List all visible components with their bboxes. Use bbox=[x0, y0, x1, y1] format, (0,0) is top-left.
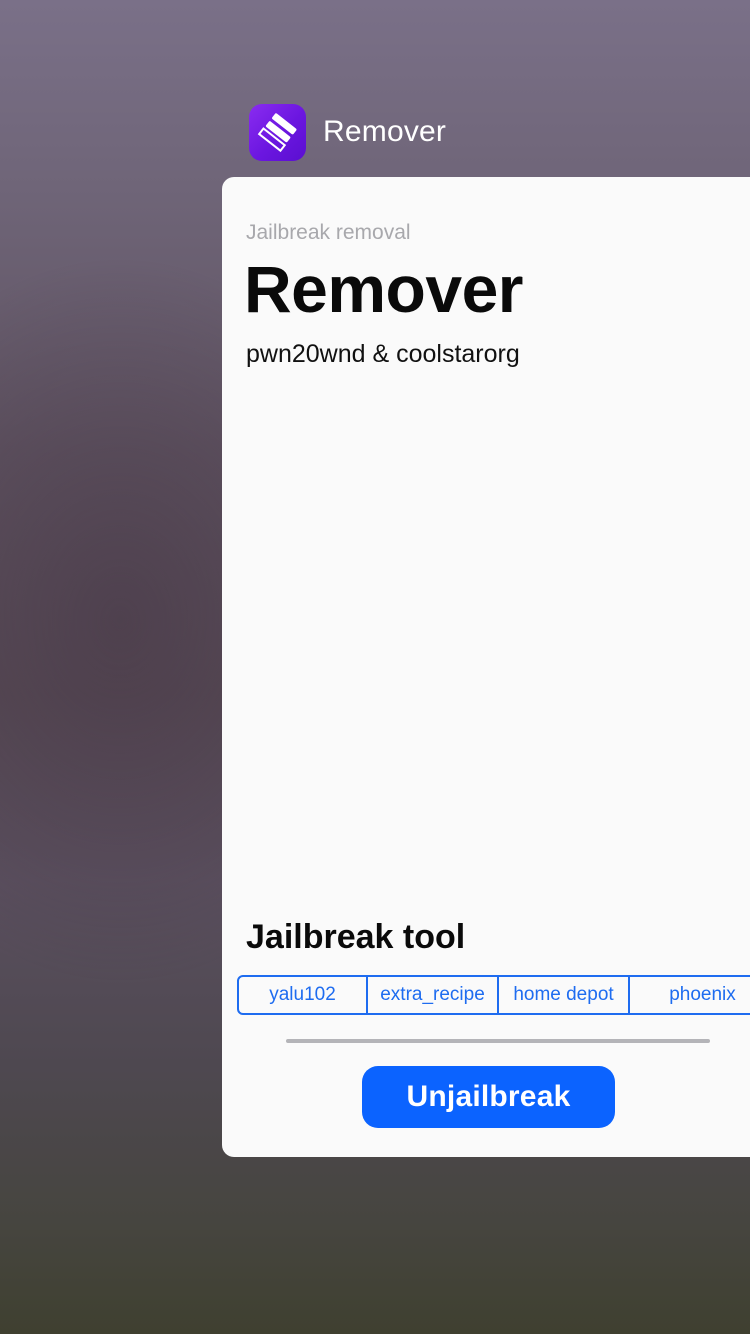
segment-extra-recipe[interactable]: extra_recipe bbox=[368, 977, 499, 1013]
app-card[interactable]: Jailbreak removal Remover pwn20wnd & coo… bbox=[222, 177, 750, 1157]
remover-app-icon[interactable] bbox=[249, 103, 306, 161]
progress-bar bbox=[286, 1039, 710, 1043]
app-switcher-title: Remover bbox=[323, 115, 447, 148]
segment-phoenix[interactable]: phoenix bbox=[630, 977, 750, 1013]
unjailbreak-button[interactable]: Unjailbreak bbox=[362, 1066, 615, 1128]
segment-yalu102[interactable]: yalu102 bbox=[239, 977, 368, 1013]
jailbreak-tool-segmented-control[interactable]: yalu102 extra_recipe home depot phoenix bbox=[237, 975, 750, 1015]
authors-label: pwn20wnd & coolstarorg bbox=[246, 340, 520, 368]
segment-home-depot[interactable]: home depot bbox=[499, 977, 630, 1013]
jailbreak-tool-heading: Jailbreak tool bbox=[246, 918, 466, 956]
page-subtitle: Jailbreak removal bbox=[246, 221, 411, 244]
page-title: Remover bbox=[244, 252, 523, 326]
app-switcher-header: Remover bbox=[249, 103, 446, 161]
